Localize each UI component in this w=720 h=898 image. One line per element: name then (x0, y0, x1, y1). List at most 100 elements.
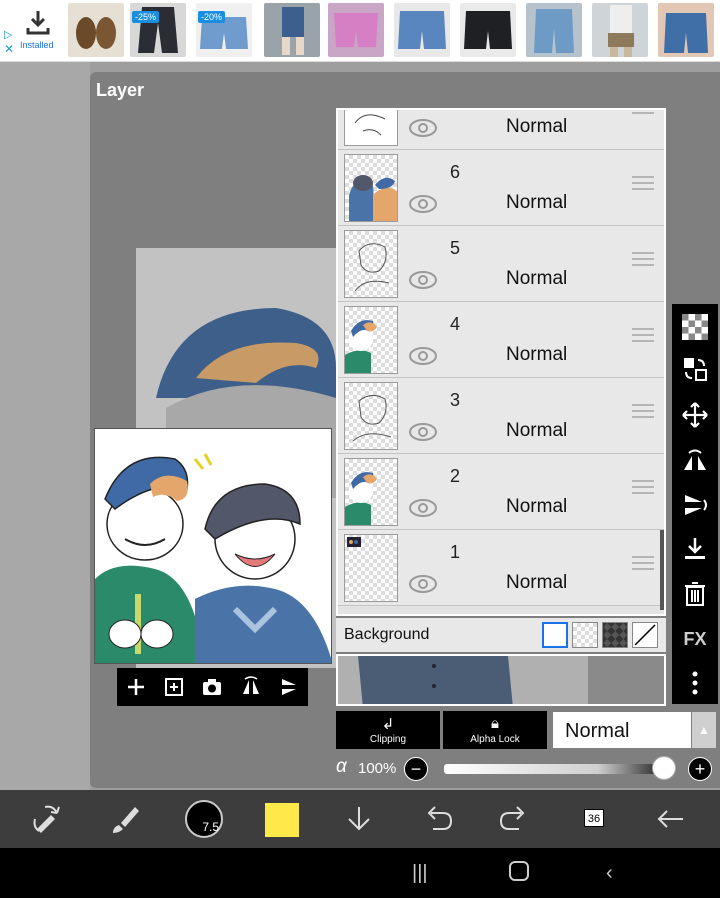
reference-preview[interactable] (94, 428, 332, 664)
opacity-slider-knob[interactable] (652, 756, 676, 780)
drag-handle-icon[interactable] (632, 176, 654, 192)
drag-handle-icon[interactable] (632, 480, 654, 496)
add-layer-icon[interactable] (161, 674, 187, 700)
ad-thumbnail[interactable] (394, 3, 450, 57)
ad-thumbnail[interactable] (68, 3, 124, 57)
camera-icon[interactable] (199, 674, 225, 700)
ad-install-block[interactable]: ▷ ✕ Installed (0, 0, 66, 62)
opacity-decrease-button[interactable]: − (404, 757, 428, 781)
drag-handle-icon[interactable] (632, 328, 654, 344)
home-icon[interactable] (508, 860, 530, 888)
scrollbar[interactable] (660, 530, 664, 610)
background-label: Background (344, 626, 430, 643)
more-options-icon[interactable] (680, 668, 710, 698)
flip-vertical-icon[interactable] (276, 674, 302, 700)
bg-transparent-option[interactable] (572, 622, 598, 648)
system-navigation-bar: ||| ‹ (0, 848, 720, 898)
eye-icon[interactable] (408, 194, 438, 214)
layer-thumbnail (344, 458, 398, 526)
blend-mode-select[interactable]: Normal (553, 712, 691, 748)
eye-icon[interactable] (408, 118, 438, 138)
layer-tools-sidebar: FX (672, 304, 718, 704)
discount-badge: -20% (198, 11, 226, 23)
alpha-symbol: α (336, 756, 347, 777)
installed-label: Installed (20, 40, 54, 50)
bg-white-option[interactable] (542, 622, 568, 648)
add-icon[interactable] (123, 674, 149, 700)
layer-list[interactable]: Normal 6 Normal 5 Normal 4 Normal 3 Norm… (336, 108, 666, 616)
redo-icon[interactable] (496, 800, 534, 838)
eye-icon[interactable] (408, 346, 438, 366)
trash-icon[interactable] (680, 578, 710, 608)
fx-icon[interactable]: FX (680, 624, 710, 654)
ad-thumbnail[interactable] (658, 3, 714, 57)
transparency-checker-icon[interactable] (680, 312, 710, 342)
ad-thumbnail[interactable] (460, 3, 516, 57)
layers-button[interactable]: 36 (580, 805, 608, 833)
layer-row[interactable]: 5 Normal (338, 226, 664, 302)
clipping-arrow-icon: ↲ (381, 716, 395, 733)
layer-thumbnail (344, 306, 398, 374)
alpha-lock-button[interactable]: 🔒︎ Alpha Lock (443, 711, 547, 749)
color-swatch[interactable] (265, 803, 299, 837)
layer-thumbnail (344, 230, 398, 298)
recent-apps-icon[interactable]: ||| (412, 862, 428, 885)
clipping-label: Clipping (369, 734, 407, 745)
brush-size-indicator[interactable]: 7.5 (185, 800, 223, 838)
layer-blend-mode: Normal (506, 420, 568, 441)
flip-horizontal-icon[interactable] (238, 674, 264, 700)
ad-thumbnail[interactable] (328, 3, 384, 57)
background-layer-row[interactable]: Background (336, 618, 666, 652)
merge-down-icon[interactable] (680, 534, 710, 564)
clipping-button[interactable]: ↲ Clipping (336, 711, 440, 749)
layer-row[interactable]: 6 Normal (338, 150, 664, 226)
layer-blend-mode: Normal (506, 192, 568, 213)
layer-number: 4 (450, 314, 461, 334)
opacity-slider[interactable] (444, 764, 664, 774)
alpha-lock-label: Alpha Lock (470, 734, 520, 745)
ad-thumbnail[interactable] (526, 3, 582, 57)
close-icon[interactable]: ✕ (4, 42, 14, 56)
opacity-control: α 100% − + (336, 752, 720, 784)
layer-number: 3 (450, 390, 461, 410)
arrow-down-icon[interactable] (340, 800, 378, 838)
opacity-increase-button[interactable]: + (688, 757, 712, 781)
eye-icon[interactable] (408, 422, 438, 442)
drag-handle-icon[interactable] (632, 110, 654, 116)
eye-icon[interactable] (408, 574, 438, 594)
back-arrow-icon[interactable] (652, 800, 690, 838)
blend-mode-value: Normal (565, 720, 630, 742)
layer-transfer-icon[interactable] (680, 354, 710, 384)
ad-thumbnail[interactable]: -25% (130, 3, 186, 57)
move-icon[interactable] (680, 400, 710, 430)
eye-icon[interactable] (408, 270, 438, 290)
transform-icon[interactable] (28, 800, 66, 838)
system-back-icon[interactable]: ‹ (606, 862, 613, 885)
ad-thumbnail[interactable]: -20% (196, 3, 252, 57)
drag-handle-icon[interactable] (632, 556, 654, 572)
flip-vertical-icon[interactable] (680, 490, 710, 520)
brush-size-value: 7.5 (202, 820, 219, 834)
layer-row[interactable]: Normal (338, 110, 664, 150)
ad-banner[interactable]: ▷ ✕ Installed -25% -20% (0, 0, 720, 62)
drag-handle-icon[interactable] (632, 252, 654, 268)
layer-row[interactable]: 3 Normal (338, 378, 664, 454)
flip-horizontal-icon[interactable] (680, 446, 710, 476)
drag-handle-icon[interactable] (632, 404, 654, 420)
layer-row[interactable]: 2 Normal (338, 454, 664, 530)
bg-none-option[interactable] (632, 622, 658, 648)
opacity-value: 100% (358, 760, 397, 777)
ad-thumbnail[interactable] (264, 3, 320, 57)
chevron-up-icon[interactable]: ▲ (692, 712, 716, 748)
bg-dark-checker-option[interactable] (602, 622, 628, 648)
adchoices-icon[interactable]: ▷ (4, 28, 12, 41)
undo-icon[interactable] (418, 800, 456, 838)
layer-row[interactable]: 1 Normal (338, 530, 664, 606)
layer-thumbnail (344, 110, 398, 146)
brush-icon[interactable] (106, 800, 144, 838)
layer-number: 2 (450, 466, 461, 486)
eye-icon[interactable] (408, 498, 438, 518)
layer-row[interactable]: 4 Normal (338, 302, 664, 378)
ad-thumbnail[interactable] (592, 3, 648, 57)
layer-blend-mode: Normal (506, 116, 568, 137)
